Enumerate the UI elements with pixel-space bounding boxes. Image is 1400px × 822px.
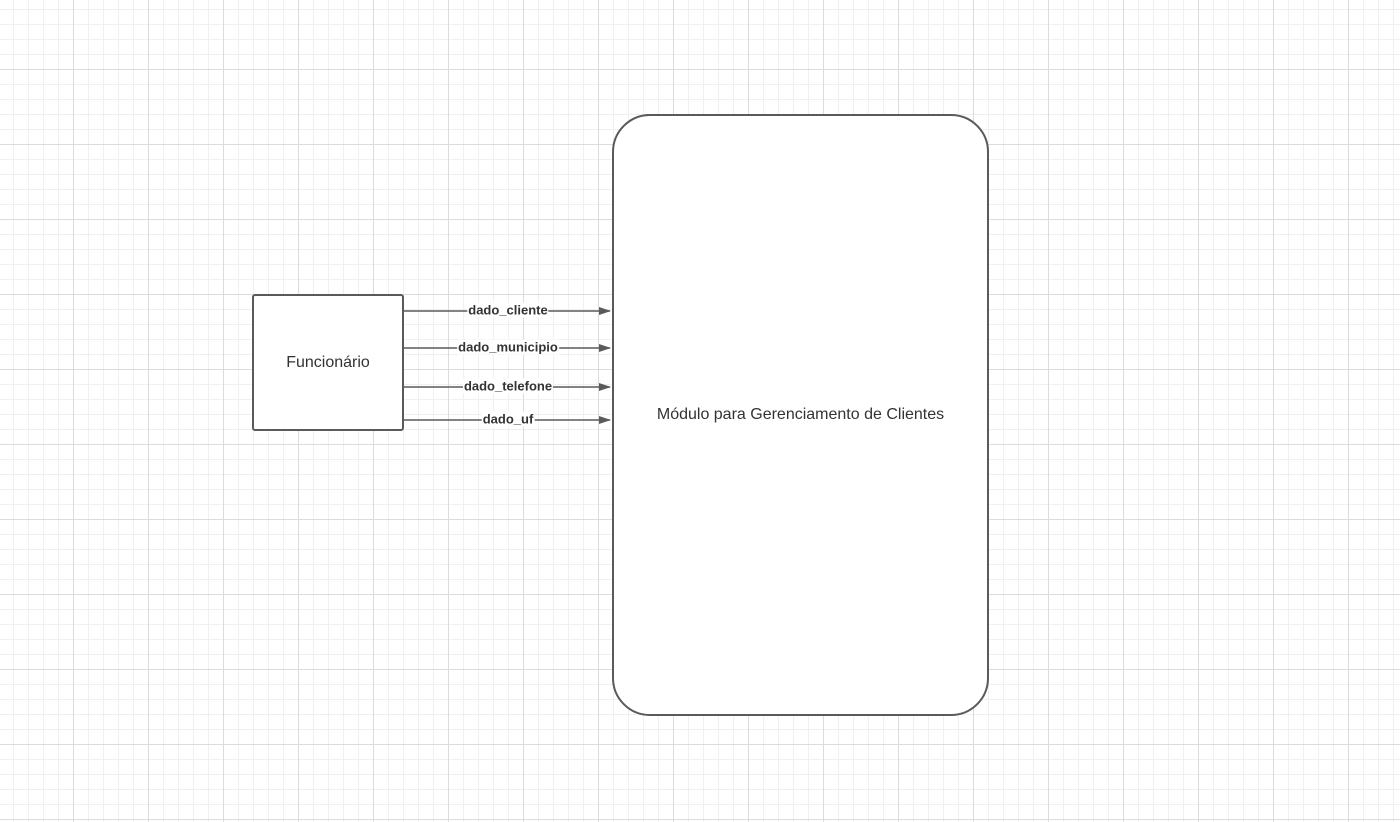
- process-module[interactable]: Módulo para Gerenciamento de Clientes: [612, 114, 989, 716]
- flow-label-dado-telefone[interactable]: dado_telefone: [462, 378, 554, 394]
- flow-label-dado-uf[interactable]: dado_uf: [481, 411, 535, 427]
- actor-label: Funcionário: [286, 353, 370, 371]
- actor-funcionario[interactable]: Funcionário: [252, 294, 404, 431]
- diagram-canvas[interactable]: Funcionário Módulo para Gerenciamento de…: [0, 0, 1400, 822]
- module-label: Módulo para Gerenciamento de Clientes: [656, 406, 945, 423]
- flow-label-dado-cliente[interactable]: dado_cliente: [467, 302, 549, 318]
- flow-label-dado-municipio[interactable]: dado_municipio: [457, 339, 559, 355]
